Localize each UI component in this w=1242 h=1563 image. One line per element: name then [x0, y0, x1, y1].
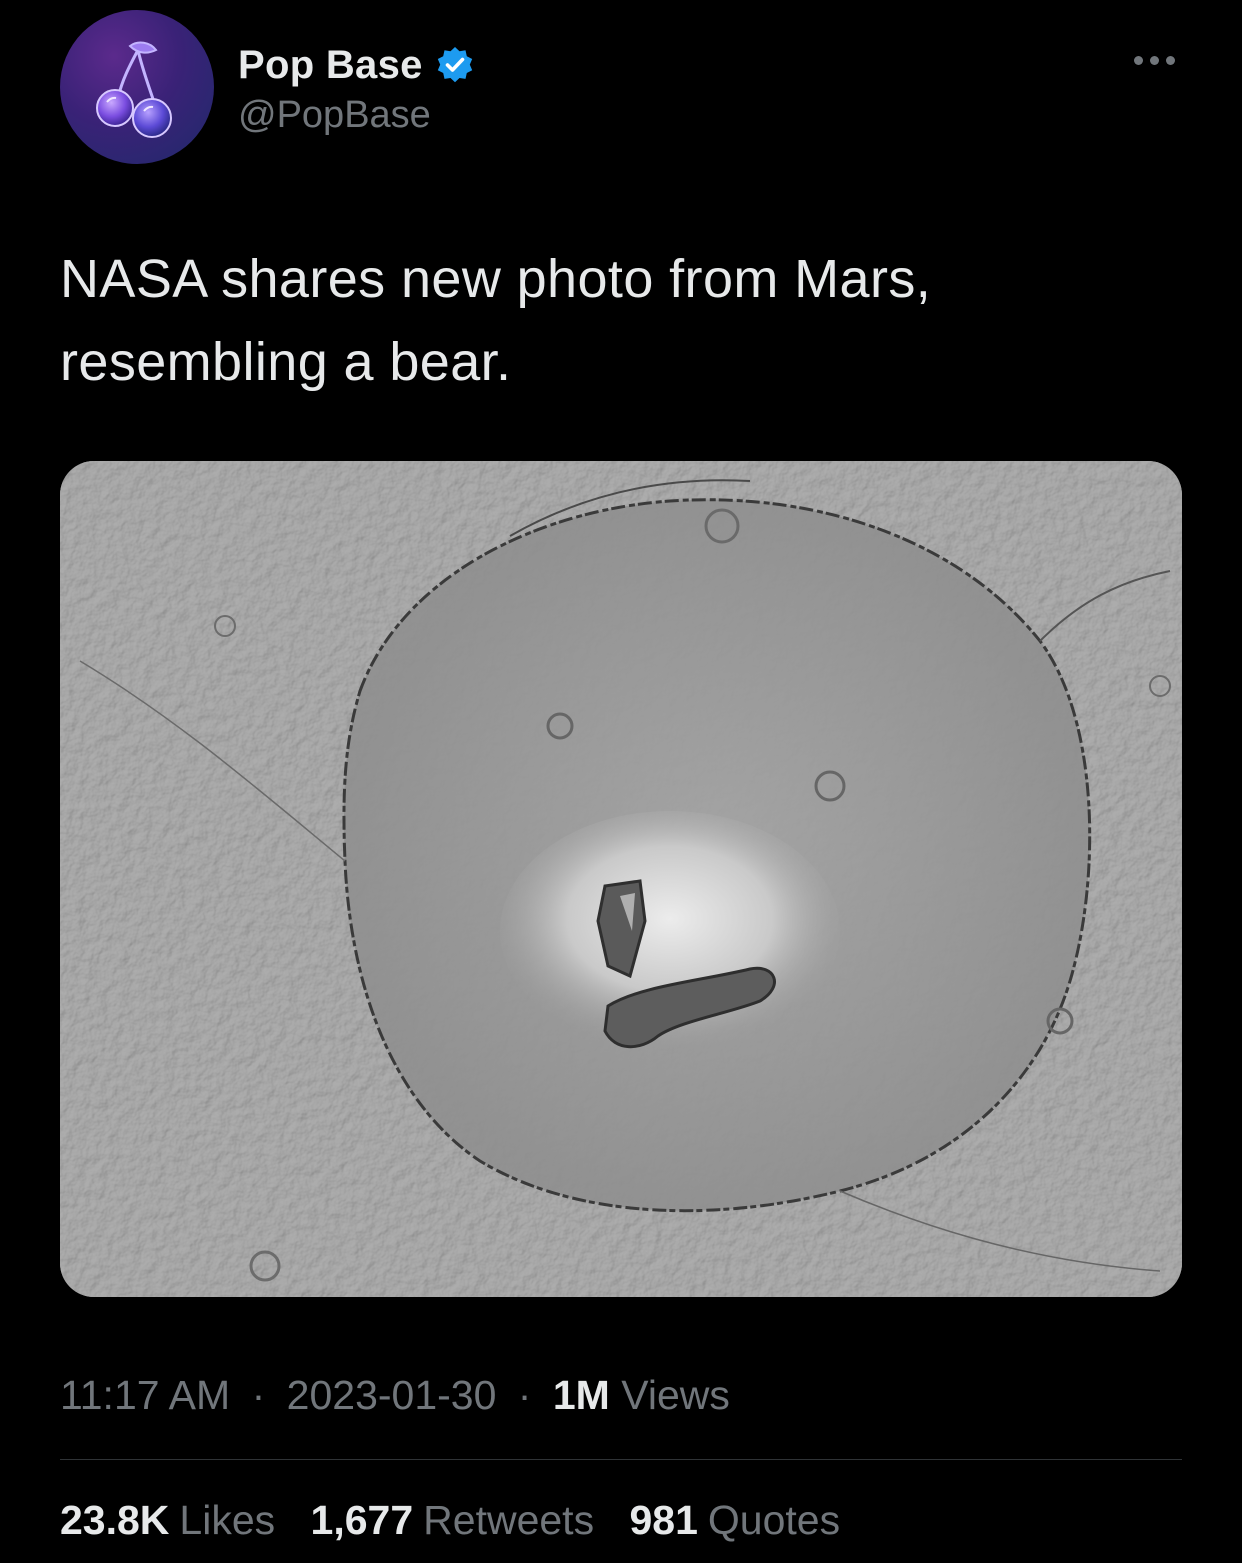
meta-separator: · — [517, 1372, 532, 1418]
mars-surface-photo — [60, 461, 1182, 1297]
likes-stat[interactable]: 23.8K Likes — [60, 1497, 275, 1544]
verified-badge-icon — [437, 47, 472, 83]
avatar[interactable] — [60, 10, 214, 164]
likes-label: Likes — [179, 1497, 276, 1543]
tweet-text: NASA shares new photo from Mars, resembl… — [60, 238, 1180, 404]
retweets-stat[interactable]: 1,677 Retweets — [311, 1497, 595, 1544]
tweet-date[interactable]: 2023-01-30 — [287, 1372, 497, 1418]
tweet-photo[interactable] — [60, 461, 1182, 1297]
meta-separator: · — [251, 1372, 266, 1418]
tweet-time[interactable]: 11:17 AM — [60, 1372, 230, 1418]
retweets-count: 1,677 — [310, 1497, 414, 1543]
tweet-stats: 23.8K Likes 1,677 Retweets 981 Quotes — [60, 1497, 864, 1544]
tweet-meta: 11:17 AM · 2023-01-30 · 1M Views — [60, 1372, 730, 1419]
author-name-row[interactable]: Pop Base — [238, 40, 475, 90]
tweet-text-line-2: resembling a bear. — [60, 332, 512, 392]
quotes-label: Quotes — [707, 1497, 841, 1543]
divider — [60, 1459, 1182, 1460]
likes-count: 23.8K — [60, 1497, 170, 1543]
author-display-name[interactable]: Pop Base — [238, 43, 423, 88]
cherries-icon — [96, 41, 172, 138]
tweet: Pop Base @PopBase NASA shares new photo … — [0, 0, 1242, 1563]
tweet-text-line-1: NASA shares new photo from Mars, — [60, 249, 932, 309]
more-options-icon[interactable] — [1130, 48, 1180, 72]
retweets-label: Retweets — [423, 1497, 595, 1543]
quotes-stat[interactable]: 981 Quotes — [629, 1497, 840, 1544]
quotes-count: 981 — [629, 1497, 698, 1543]
views-count: 1M — [552, 1372, 610, 1418]
author-handle[interactable]: @PopBase — [238, 94, 431, 137]
views-label: Views — [621, 1372, 730, 1418]
